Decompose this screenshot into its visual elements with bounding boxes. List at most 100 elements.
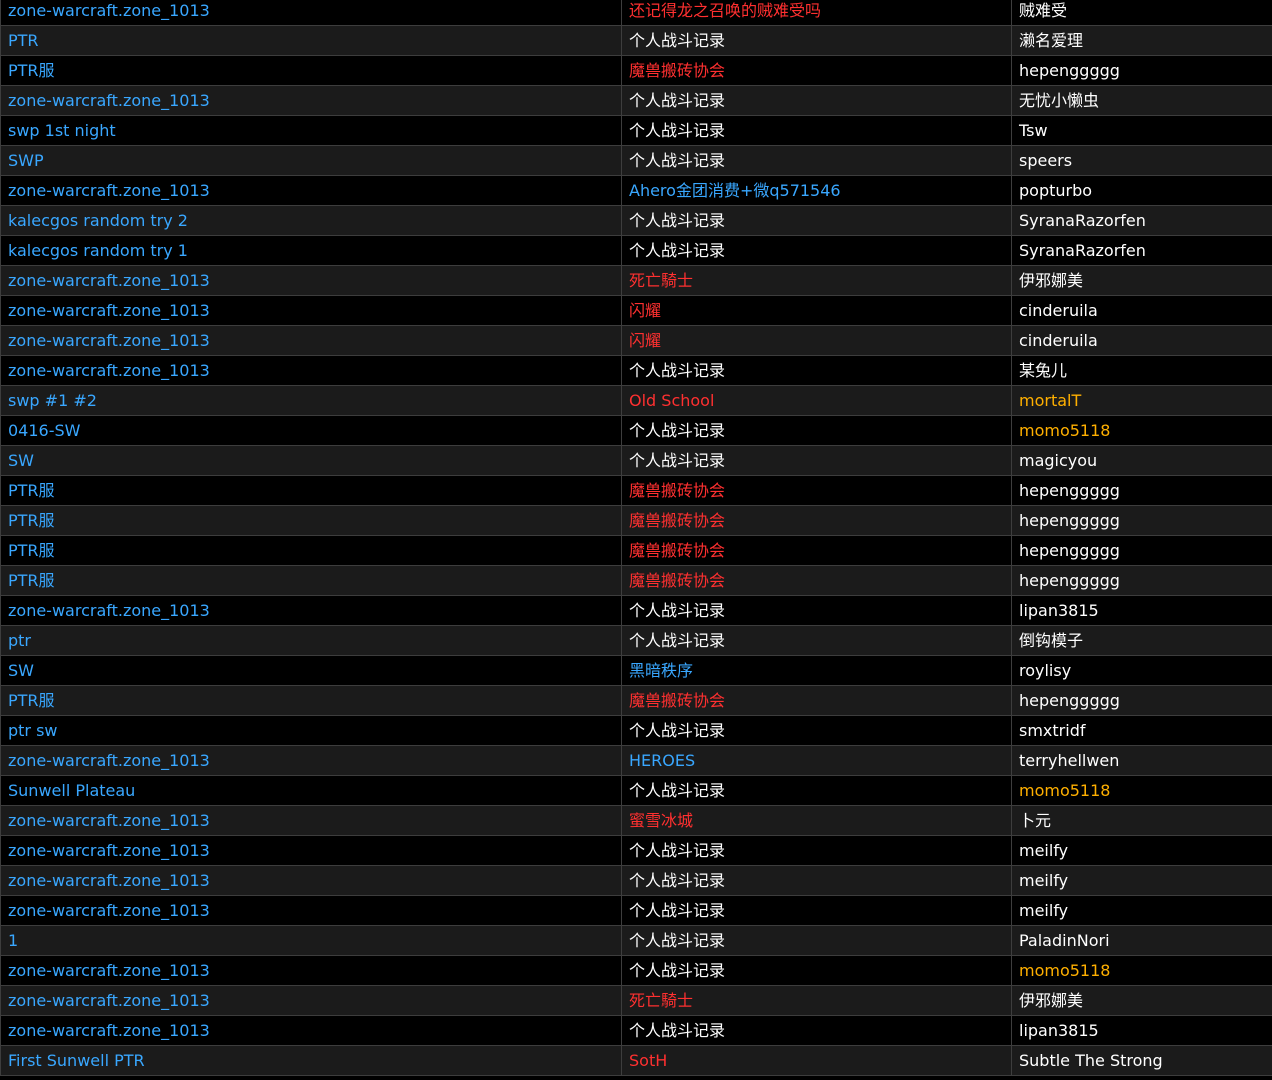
report-name-link[interactable]: PTR服: [8, 61, 55, 80]
report-name-link[interactable]: swp #1 #2: [8, 391, 97, 410]
table-row: SW 个人战斗记录 magicyou: [0, 445, 1272, 476]
report-name-link[interactable]: swp 1st night: [8, 121, 116, 140]
guild-name[interactable]: 还记得龙之召唤的贼难受吗: [629, 1, 821, 20]
guild-name[interactable]: 死亡騎士: [629, 271, 693, 290]
report-name-link[interactable]: kalecgos random try 1: [8, 241, 188, 260]
owner-name: hepenggggg: [1019, 511, 1120, 530]
table-row: ptr 个人战斗记录 倒钩模子: [0, 625, 1272, 656]
owner-cell: smxtridf: [1011, 715, 1272, 746]
guild-name[interactable]: Ahero金团消费+微q571546: [629, 181, 841, 200]
report-name-link[interactable]: zone-warcraft.zone_1013: [8, 1021, 210, 1040]
report-name-link[interactable]: PTR服: [8, 511, 55, 530]
table-row: zone-warcraft.zone_1013 还记得龙之召唤的贼难受吗 贼难受: [0, 0, 1272, 26]
guild-name[interactable]: 死亡騎士: [629, 991, 693, 1010]
report-name-cell: zone-warcraft.zone_1013: [0, 355, 622, 386]
guild-name[interactable]: 魔兽搬砖协会: [629, 61, 725, 80]
guild-name[interactable]: 魔兽搬砖协会: [629, 511, 725, 530]
owner-cell: SyranaRazorfen: [1011, 235, 1272, 266]
report-name-link[interactable]: SWP: [8, 151, 44, 170]
report-name-link[interactable]: PTR服: [8, 481, 55, 500]
table-row: kalecgos random try 2 个人战斗记录 SyranaRazorfe…: [0, 205, 1272, 236]
guild-cell: 个人战斗记录: [621, 85, 1012, 116]
guild-cell: 个人战斗记录: [621, 415, 1012, 446]
owner-name: lipan3815: [1019, 601, 1099, 620]
report-name-link[interactable]: zone-warcraft.zone_1013: [8, 871, 210, 890]
report-name-link[interactable]: zone-warcraft.zone_1013: [8, 181, 210, 200]
report-name-cell: zone-warcraft.zone_1013: [0, 85, 622, 116]
report-name-link[interactable]: 1: [8, 931, 18, 950]
report-name-link[interactable]: zone-warcraft.zone_1013: [8, 1, 210, 20]
owner-name: roylisy: [1019, 661, 1072, 680]
report-name-link[interactable]: SW: [8, 451, 34, 470]
guild-name: 个人战斗记录: [629, 631, 726, 650]
guild-cell: 个人战斗记录: [621, 235, 1012, 266]
guild-cell: 个人战斗记录: [621, 445, 1012, 476]
guild-name[interactable]: 魔兽搬砖协会: [629, 571, 725, 590]
report-name-link[interactable]: ptr sw: [8, 721, 58, 740]
guild-name[interactable]: 黑暗秩序: [629, 661, 693, 680]
guild-name[interactable]: 蜜雪冰城: [629, 811, 693, 830]
report-name-link[interactable]: zone-warcraft.zone_1013: [8, 271, 210, 290]
guild-name[interactable]: 魔兽搬砖协会: [629, 481, 725, 500]
guild-name[interactable]: 闪耀: [629, 301, 661, 320]
guild-name: 个人战斗记录: [629, 91, 726, 110]
table-row: zone-warcraft.zone_1013 个人战斗记录 meilfy: [0, 835, 1272, 866]
report-name-link[interactable]: PTR服: [8, 541, 55, 560]
report-name-cell: zone-warcraft.zone_1013: [0, 295, 622, 326]
owner-cell: speers: [1011, 145, 1272, 176]
table-row: SWP 个人战斗记录 speers: [0, 145, 1272, 176]
report-table: zone-warcraft.zone_1013 还记得龙之召唤的贼难受吗 贼难受 PT…: [0, 0, 1272, 1076]
report-name-link[interactable]: SW: [8, 661, 34, 680]
guild-name[interactable]: SotH: [629, 1051, 667, 1070]
guild-name: 个人战斗记录: [629, 781, 726, 800]
guild-cell: 个人战斗记录: [621, 115, 1012, 146]
guild-cell: SotH: [621, 1045, 1012, 1076]
guild-cell: HEROES: [621, 745, 1012, 776]
report-name-cell: PTR服: [0, 55, 622, 86]
guild-name[interactable]: Old School: [629, 391, 714, 410]
report-name-cell: zone-warcraft.zone_1013: [0, 0, 622, 26]
guild-cell: 魔兽搬砖协会: [621, 565, 1012, 596]
report-name-link[interactable]: PTR: [8, 31, 39, 50]
report-name-link[interactable]: First Sunwell PTR: [8, 1051, 145, 1070]
guild-cell: 死亡騎士: [621, 265, 1012, 296]
guild-name[interactable]: 魔兽搬砖协会: [629, 541, 725, 560]
report-name-link[interactable]: zone-warcraft.zone_1013: [8, 811, 210, 830]
guild-name: 个人战斗记录: [629, 241, 726, 260]
guild-cell: 魔兽搬砖协会: [621, 55, 1012, 86]
report-name-link[interactable]: zone-warcraft.zone_1013: [8, 601, 210, 620]
report-name-link[interactable]: zone-warcraft.zone_1013: [8, 361, 210, 380]
report-name-link[interactable]: ptr: [8, 631, 31, 650]
report-name-link[interactable]: zone-warcraft.zone_1013: [8, 331, 210, 350]
guild-name: 个人战斗记录: [629, 871, 726, 890]
guild-cell: Old School: [621, 385, 1012, 416]
report-name-cell: kalecgos random try 2: [0, 205, 622, 236]
report-name-link[interactable]: zone-warcraft.zone_1013: [8, 301, 210, 320]
report-name-link[interactable]: zone-warcraft.zone_1013: [8, 961, 210, 980]
guild-name[interactable]: 魔兽搬砖协会: [629, 691, 725, 710]
guild-name[interactable]: 闪耀: [629, 331, 661, 350]
report-name-cell: PTR服: [0, 565, 622, 596]
report-name-link[interactable]: Sunwell Plateau: [8, 781, 135, 800]
report-name-cell: zone-warcraft.zone_1013: [0, 265, 622, 296]
guild-cell: 个人战斗记录: [621, 955, 1012, 986]
report-name-link[interactable]: 0416-SW: [8, 421, 80, 440]
report-name-cell: zone-warcraft.zone_1013: [0, 1015, 622, 1046]
report-name-cell: zone-warcraft.zone_1013: [0, 745, 622, 776]
report-name-link[interactable]: zone-warcraft.zone_1013: [8, 751, 210, 770]
report-name-link[interactable]: PTR服: [8, 571, 55, 590]
report-name-link[interactable]: zone-warcraft.zone_1013: [8, 841, 210, 860]
owner-cell: 贼难受: [1011, 0, 1272, 26]
owner-cell: meilfy: [1011, 865, 1272, 896]
table-row: Sunwell Plateau 个人战斗记录 momo5118: [0, 775, 1272, 806]
owner-name: PaladinNori: [1019, 931, 1110, 950]
report-name-link[interactable]: zone-warcraft.zone_1013: [8, 91, 210, 110]
report-name-cell: PTR服: [0, 475, 622, 506]
guild-name[interactable]: HEROES: [629, 751, 695, 770]
report-name-link[interactable]: kalecgos random try 2: [8, 211, 188, 230]
report-name-link[interactable]: zone-warcraft.zone_1013: [8, 991, 210, 1010]
report-name-link[interactable]: zone-warcraft.zone_1013: [8, 901, 210, 920]
report-name-cell: SWP: [0, 145, 622, 176]
report-name-link[interactable]: PTR服: [8, 691, 55, 710]
table-row: zone-warcraft.zone_1013 个人战斗记录 momo5118: [0, 955, 1272, 986]
